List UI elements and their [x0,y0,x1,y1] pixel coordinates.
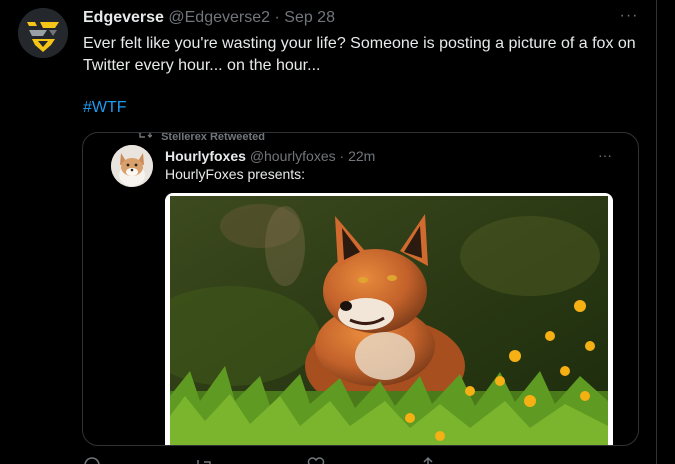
share-icon[interactable] [419,456,437,464]
more-options-icon[interactable]: ··· [619,6,639,26]
quoted-timestamp[interactable]: 22m [348,148,375,164]
column-divider [656,0,657,464]
quoted-author-name[interactable]: Hourlyfoxes [165,148,246,164]
retweet-icon [138,133,158,144]
quoted-author-avatar[interactable] [111,145,153,187]
hashtag-link[interactable]: #WTF [83,97,127,119]
edgeverse-logo-icon [18,8,68,58]
fox-avatar-icon [111,145,153,187]
separator-dot: · [274,9,280,26]
quoted-tweet-card[interactable]: Stellerex Retweeted Hourlyfoxes @hourlyf… [82,132,639,446]
fox-photo[interactable] [165,193,613,445]
retweet-label[interactable]: Stellerex Retweeted [161,133,265,143]
reply-icon[interactable] [83,456,101,464]
tweet-text: Ever felt like you're wasting your life?… [83,35,636,74]
tweet-timestamp[interactable]: Sep 28 [284,9,335,26]
like-icon[interactable] [307,456,325,464]
retweet-action-icon[interactable] [195,456,213,464]
quoted-author-handle[interactable]: @hourlyfoxes [250,148,336,164]
tweet-header: Edgeverse @Edgeverse2 · Sep 28 [83,8,645,28]
author-name[interactable]: Edgeverse [83,9,164,26]
retweet-context: Stellerex Retweeted [138,133,265,144]
tweet-action-bar [83,456,583,464]
tweet-detail-page: Edgeverse @Edgeverse2 · Sep 28 ··· Ever … [0,0,675,464]
fox-image [170,196,608,445]
quoted-tweet-header: Hourlyfoxes @hourlyfoxes · 22m [165,147,375,165]
author-avatar[interactable] [18,8,68,58]
quoted-tweet-text: HourlyFoxes presents: [165,166,306,182]
quoted-separator-dot: · [339,148,345,164]
author-handle[interactable]: @Edgeverse2 [168,9,270,26]
quoted-more-options-icon[interactable]: ··· [595,145,615,165]
